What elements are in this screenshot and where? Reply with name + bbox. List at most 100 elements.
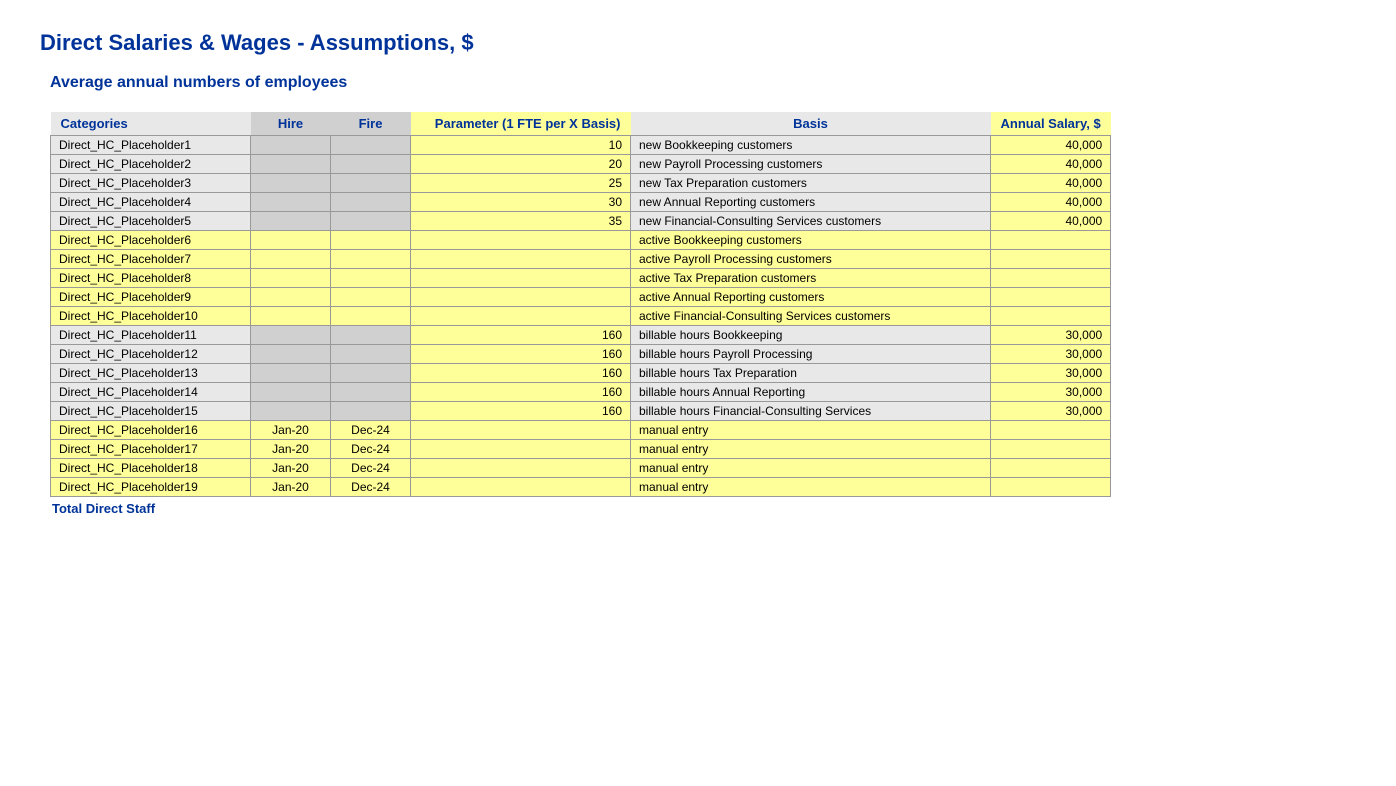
param-cell <box>411 478 631 497</box>
table-row: Direct_HC_Placeholder6 <box>51 231 251 250</box>
annual-salary-cell: 30,000 <box>991 364 1111 383</box>
hire-cell <box>251 383 331 402</box>
fire-cell <box>331 307 411 326</box>
fire-cell <box>331 250 411 269</box>
header-hire: Hire <box>251 112 331 136</box>
header-annual: Annual Salary, $ <box>991 112 1111 136</box>
param-cell <box>411 269 631 288</box>
param-cell <box>411 288 631 307</box>
table-row: Direct_HC_Placeholder8 <box>51 269 251 288</box>
fire-cell <box>331 269 411 288</box>
annual-salary-cell: 30,000 <box>991 402 1111 421</box>
param-cell: 160 <box>411 364 631 383</box>
param-cell <box>411 231 631 250</box>
table-row: Direct_HC_Placeholder11 <box>51 326 251 345</box>
hire-cell: Jan-20 <box>251 478 331 497</box>
annual-salary-cell <box>991 478 1111 497</box>
hire-cell <box>251 193 331 212</box>
table-row: Direct_HC_Placeholder10 <box>51 307 251 326</box>
table-row: Direct_HC_Placeholder9 <box>51 288 251 307</box>
table-row: Direct_HC_Placeholder1 <box>51 136 251 155</box>
param-cell: 160 <box>411 402 631 421</box>
page-title: Direct Salaries & Wages - Assumptions, $ <box>40 30 1356 56</box>
hire-cell: Jan-20 <box>251 459 331 478</box>
hire-cell <box>251 269 331 288</box>
fire-cell <box>331 345 411 364</box>
param-cell <box>411 459 631 478</box>
hire-cell <box>251 231 331 250</box>
basis-cell: active Financial-Consulting Services cus… <box>631 307 991 326</box>
param-cell <box>411 307 631 326</box>
param-cell: 160 <box>411 345 631 364</box>
total-direct-staff-label: Total Direct Staff <box>52 501 1356 516</box>
annual-salary-cell: 30,000 <box>991 326 1111 345</box>
param-cell: 30 <box>411 193 631 212</box>
annual-salary-cell: 40,000 <box>991 174 1111 193</box>
hire-cell <box>251 212 331 231</box>
basis-cell: billable hours Annual Reporting <box>631 383 991 402</box>
basis-cell: new Annual Reporting customers <box>631 193 991 212</box>
main-table-wrapper: Categories Hire Fire Parameter (1 FTE pe… <box>50 112 1356 516</box>
basis-cell: manual entry <box>631 421 991 440</box>
fire-cell: Dec-24 <box>331 440 411 459</box>
basis-cell: active Payroll Processing customers <box>631 250 991 269</box>
table-row: Direct_HC_Placeholder19 <box>51 478 251 497</box>
header-param: Parameter (1 FTE per X Basis) <box>411 112 631 136</box>
basis-cell: billable hours Financial-Consulting Serv… <box>631 402 991 421</box>
fire-cell <box>331 326 411 345</box>
table-row: Direct_HC_Placeholder17 <box>51 440 251 459</box>
hire-cell <box>251 307 331 326</box>
table-row: Direct_HC_Placeholder13 <box>51 364 251 383</box>
table-row: Direct_HC_Placeholder7 <box>51 250 251 269</box>
hire-cell <box>251 364 331 383</box>
hire-cell: Jan-20 <box>251 421 331 440</box>
annual-salary-cell: 40,000 <box>991 212 1111 231</box>
hire-cell: Jan-20 <box>251 440 331 459</box>
table-row: Direct_HC_Placeholder14 <box>51 383 251 402</box>
param-cell: 25 <box>411 174 631 193</box>
annual-salary-cell <box>991 440 1111 459</box>
table-row: Direct_HC_Placeholder2 <box>51 155 251 174</box>
table-row: Direct_HC_Placeholder12 <box>51 345 251 364</box>
hire-cell <box>251 326 331 345</box>
basis-cell: manual entry <box>631 459 991 478</box>
fire-cell <box>331 136 411 155</box>
assumptions-table: Categories Hire Fire Parameter (1 FTE pe… <box>50 112 1111 497</box>
hire-cell <box>251 345 331 364</box>
fire-cell: Dec-24 <box>331 421 411 440</box>
basis-cell: active Annual Reporting customers <box>631 288 991 307</box>
param-cell: 20 <box>411 155 631 174</box>
annual-salary-cell <box>991 307 1111 326</box>
annual-salary-cell: 30,000 <box>991 383 1111 402</box>
header-basis: Basis <box>631 112 991 136</box>
annual-salary-cell <box>991 250 1111 269</box>
param-cell: 35 <box>411 212 631 231</box>
fire-cell <box>331 383 411 402</box>
annual-salary-cell <box>991 269 1111 288</box>
hire-cell <box>251 250 331 269</box>
fire-cell: Dec-24 <box>331 478 411 497</box>
basis-cell: billable hours Tax Preparation <box>631 364 991 383</box>
param-cell <box>411 250 631 269</box>
fire-cell <box>331 231 411 250</box>
annual-salary-cell: 40,000 <box>991 193 1111 212</box>
annual-salary-cell: 40,000 <box>991 155 1111 174</box>
annual-salary-cell <box>991 288 1111 307</box>
table-row: Direct_HC_Placeholder5 <box>51 212 251 231</box>
basis-cell: active Bookkeeping customers <box>631 231 991 250</box>
annual-salary-cell <box>991 231 1111 250</box>
header-fire: Fire <box>331 112 411 136</box>
param-cell: 160 <box>411 326 631 345</box>
fire-cell <box>331 402 411 421</box>
basis-cell: manual entry <box>631 478 991 497</box>
param-cell <box>411 440 631 459</box>
fire-cell <box>331 364 411 383</box>
hire-cell <box>251 136 331 155</box>
param-cell: 160 <box>411 383 631 402</box>
fire-cell <box>331 174 411 193</box>
header-categories: Categories <box>51 112 251 136</box>
basis-cell: new Tax Preparation customers <box>631 174 991 193</box>
fire-cell <box>331 288 411 307</box>
basis-cell: new Financial-Consulting Services custom… <box>631 212 991 231</box>
basis-cell: manual entry <box>631 440 991 459</box>
